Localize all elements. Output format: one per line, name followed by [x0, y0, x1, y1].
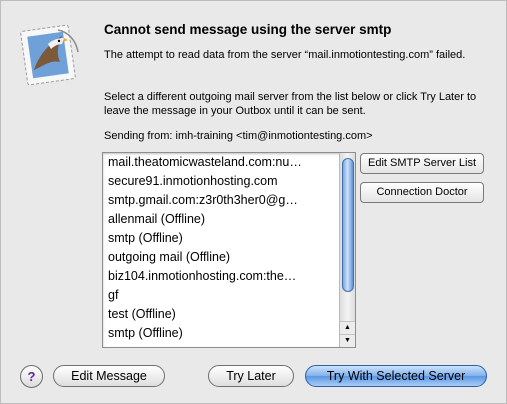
server-list-item[interactable]: smtp (Offline): [103, 324, 340, 343]
instructions-text: Select a different outgoing mail server …: [104, 91, 477, 117]
mail-stamp-eagle-icon: [20, 24, 79, 86]
error-description: The attempt to read data from the server…: [104, 49, 466, 61]
scrollbar-thumb[interactable]: [342, 158, 354, 292]
server-list-item[interactable]: gf: [103, 286, 340, 305]
edit-smtp-server-list-button[interactable]: Edit SMTP Server List: [360, 153, 484, 174]
try-later-button[interactable]: Try Later: [208, 365, 294, 387]
dialog-title: Cannot send message using the server smt…: [104, 22, 392, 37]
scroll-up-arrow[interactable]: ▲: [340, 321, 355, 334]
scroll-down-arrow[interactable]: ▼: [340, 334, 355, 347]
server-list-item[interactable]: biz104.inmotionhosting.com:the…: [103, 267, 340, 286]
server-list[interactable]: mail.theatomicwasteland.com:nu… secure91.…: [103, 153, 340, 347]
server-list-item[interactable]: outgoing mail (Offline): [103, 248, 340, 267]
alert-sheet: Cannot send message using the server smt…: [0, 0, 507, 404]
server-list-item[interactable]: allenmail (Offline): [103, 210, 340, 229]
server-list-item[interactable]: mail.theatomicwasteland.com:nu…: [103, 153, 340, 172]
try-with-selected-server-button[interactable]: Try With Selected Server: [305, 365, 487, 387]
help-button[interactable]: ?: [20, 365, 43, 388]
vertical-scrollbar[interactable]: ▲ ▼: [339, 153, 355, 347]
sending-from-label: Sending from: imh-training <tim@inmotion…: [104, 130, 373, 142]
server-list-item[interactable]: secure91.inmotionhosting.com: [103, 172, 340, 191]
server-list-item[interactable]: test (Offline): [103, 305, 340, 324]
server-list-item[interactable]: smtp (Offline): [103, 229, 340, 248]
server-list-box[interactable]: mail.theatomicwasteland.com:nu… secure91.…: [102, 152, 356, 348]
edit-message-button[interactable]: Edit Message: [53, 365, 165, 387]
server-list-item[interactable]: smtp.gmail.com:z3r0th3her0@g…: [103, 191, 340, 210]
connection-doctor-button[interactable]: Connection Doctor: [360, 182, 484, 203]
